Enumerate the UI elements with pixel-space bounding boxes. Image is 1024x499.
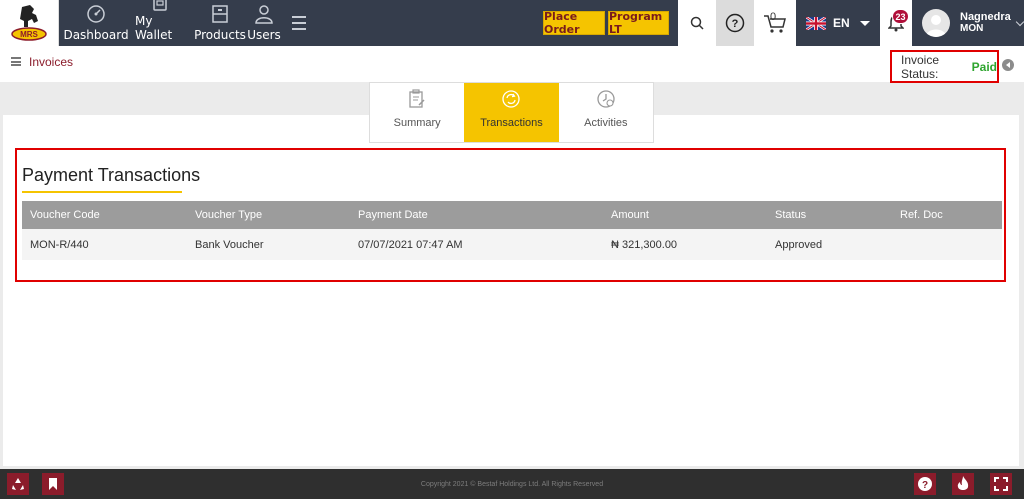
tab-summary-label: Summary — [393, 117, 441, 129]
clipboard-edit-icon — [408, 89, 426, 111]
column-header[interactable]: Voucher Type — [195, 201, 262, 229]
column-header[interactable]: Voucher Code — [30, 201, 100, 229]
horse-logo-icon: MRS — [11, 5, 47, 41]
copyright: Copyright 2021 © Bestaf Holdings Ltd. Al… — [420, 481, 604, 488]
fire-icon — [957, 476, 969, 490]
products-box-icon — [211, 3, 229, 25]
tab-transactions[interactable]: Transactions — [464, 83, 559, 142]
list-icon — [11, 57, 21, 68]
nav-users[interactable]: Users — [247, 0, 281, 46]
column-header[interactable]: Status — [775, 201, 806, 229]
svg-text:?: ? — [732, 18, 739, 30]
mrs-logo[interactable]: MRS — [0, 0, 59, 46]
avatar — [922, 9, 950, 37]
payment-date-cell: 07/07/2021 07:47 AM — [358, 238, 463, 251]
invoice-status: Invoice Status: Paid — [890, 50, 999, 83]
nav-my-wallet[interactable]: My Wallet — [135, 0, 185, 46]
hamburger-menu-icon — [292, 14, 306, 32]
nav-dashboard-label: Dashboard — [63, 28, 129, 42]
nav-products[interactable]: Products — [194, 0, 246, 46]
breadcrumb[interactable]: Invoices — [29, 55, 73, 69]
tab-activities-label: Activities — [584, 117, 628, 129]
help-button[interactable]: ? — [716, 0, 754, 46]
nav-my-wallet-label: My Wallet — [135, 14, 173, 42]
help-button-footer[interactable]: ? — [914, 473, 936, 495]
subheader-bar — [0, 46, 1024, 82]
fullscreen-expand-icon — [994, 477, 1008, 491]
help-question-icon: ? — [725, 13, 745, 33]
column-header[interactable]: Payment Date — [358, 201, 428, 229]
table-header: Voucher Code Voucher Type Payment Date A… — [22, 201, 1002, 229]
invoice-status-label: Invoice Status: — [901, 52, 940, 81]
language-selector[interactable]: EN — [796, 0, 880, 46]
help-question-icon: ? — [918, 477, 932, 491]
cart-button[interactable]: 0 — [754, 0, 796, 46]
uk-flag-icon — [806, 16, 826, 30]
svg-text:?: ? — [922, 480, 928, 491]
column-header[interactable]: Amount — [611, 201, 649, 229]
avatar-placeholder-icon — [926, 15, 946, 37]
activity-clock-icon — [596, 89, 616, 111]
voucher-type-cell: Bank Voucher — [195, 238, 264, 251]
tab-activities[interactable]: Activities — [559, 83, 653, 142]
voucher-code-cell: MON-R/440 — [30, 238, 89, 251]
user-info: Nagnedra MON — [960, 11, 1011, 35]
user-menu[interactable]: Nagnedra MON — [912, 0, 1024, 46]
user-icon — [254, 3, 274, 25]
user-org: MON — [960, 23, 984, 34]
transactions-cycle-icon — [501, 89, 521, 111]
title-underline — [22, 191, 182, 193]
tab-transactions-label: Transactions — [480, 117, 543, 129]
invoice-status-value: Paid — [971, 59, 997, 74]
dashboard-gauge-icon — [86, 3, 106, 25]
notification-badge: 23 — [892, 9, 909, 24]
table-row[interactable]: MON-R/440 Bank Voucher 07/07/2021 07:47 … — [22, 229, 1002, 260]
place-order-button[interactable]: Place Order — [543, 10, 605, 36]
svg-text:MRS: MRS — [20, 30, 38, 39]
nav-products-label: Products — [194, 28, 246, 42]
status-cell: Approved — [775, 238, 823, 251]
tab-summary[interactable]: Summary — [370, 83, 464, 142]
wallet-icon — [152, 0, 168, 11]
section-title: Payment Transactions — [22, 165, 201, 185]
fire-button[interactable] — [952, 473, 974, 495]
menu-toggle[interactable] — [289, 0, 309, 46]
notifications-button[interactable]: 23 — [880, 0, 912, 46]
back-arrow-icon[interactable] — [1002, 59, 1014, 71]
column-header[interactable]: Ref. Doc — [900, 201, 943, 229]
chevron-down-icon — [1015, 17, 1024, 26]
language-label: EN — [833, 16, 850, 30]
fullscreen-button[interactable] — [990, 473, 1012, 495]
nav-dashboard[interactable]: Dashboard — [63, 0, 129, 46]
amount-cell: ₦ 321,300.00 — [611, 238, 678, 251]
nav-users-label: Users — [247, 28, 281, 42]
user-name: Nagnedra — [960, 11, 1011, 23]
search-icon — [690, 16, 704, 30]
search-button[interactable] — [678, 0, 716, 46]
chevron-down-icon — [859, 20, 870, 26]
program-lt-button[interactable]: Program LT — [608, 10, 669, 36]
invoice-tabs: Summary Transactions Activities — [369, 82, 654, 143]
cart-count: 0 — [770, 11, 777, 23]
